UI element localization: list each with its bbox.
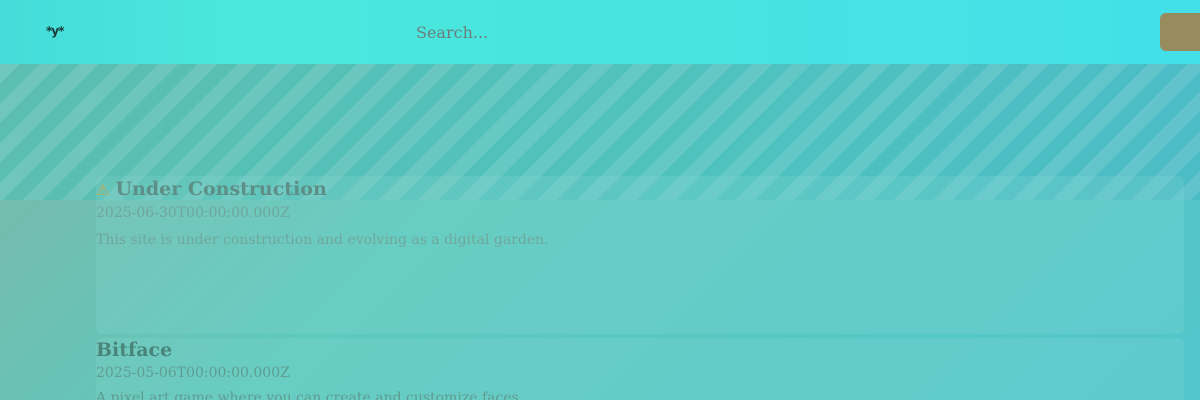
- top-bar: *y*: [0, 0, 1200, 64]
- post-title[interactable]: ⚠ Under Construction: [96, 176, 1184, 202]
- post-date: 2025-05-06T00:00:00.000Z: [96, 365, 290, 381]
- warning-icon: ⚠: [96, 181, 110, 199]
- post-title[interactable]: Bitface: [96, 338, 1184, 362]
- post-feed: ⚠ Under Construction 2025-06-30T00:00:00.…: [96, 176, 1184, 400]
- post-description: A pixel art game where you can create an…: [96, 390, 524, 400]
- post-title-text: Bitface: [96, 339, 173, 361]
- post-card[interactable]: ⚠ Under Construction 2025-06-30T00:00:00.…: [96, 176, 1184, 334]
- menu-button[interactable]: [1160, 13, 1200, 51]
- post-title-text: Under Construction: [115, 178, 327, 200]
- search-input[interactable]: [406, 14, 826, 50]
- post-card[interactable]: Bitface 2025-05-06T00:00:00.000Z A pixel…: [96, 338, 1184, 400]
- post-date: 2025-06-30T00:00:00.000Z: [96, 205, 290, 221]
- site-logo[interactable]: *y*: [46, 24, 64, 38]
- post-description: This site is under construction and evol…: [96, 232, 549, 248]
